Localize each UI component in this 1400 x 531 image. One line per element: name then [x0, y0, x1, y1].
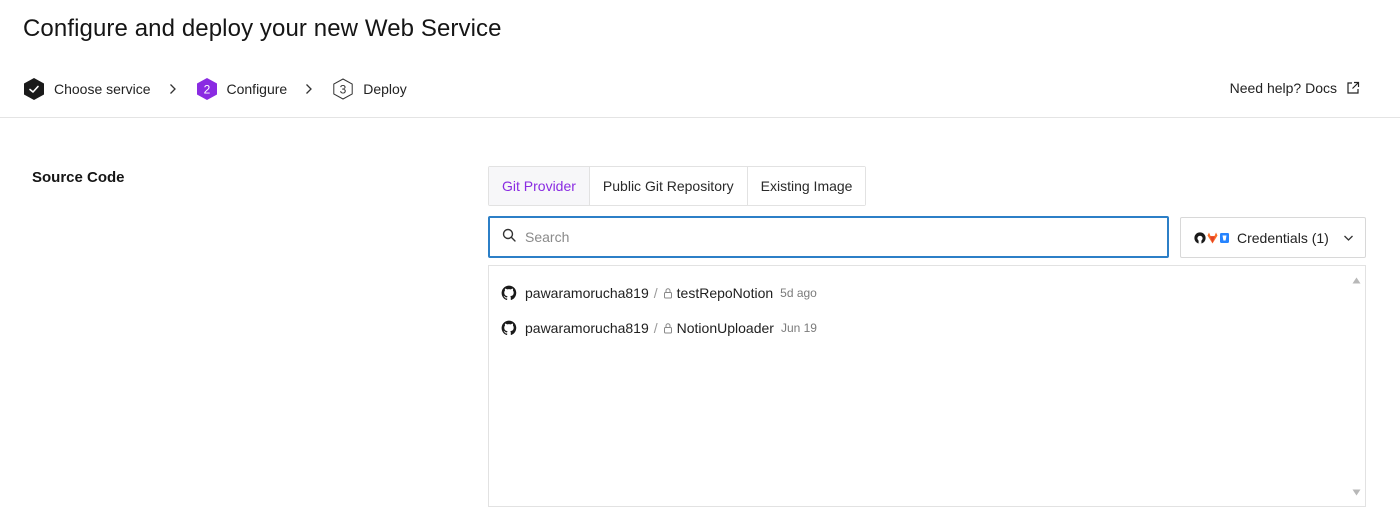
- repository-list: pawaramorucha819 / testRepoNotion 5d ago…: [488, 265, 1366, 507]
- stepper: Choose service 2 Configure 3 Deploy: [24, 78, 407, 100]
- search-input[interactable]: [525, 229, 1125, 245]
- credentials-label: Credentials (1): [1237, 229, 1329, 246]
- step-label: Deploy: [363, 81, 407, 97]
- step-number-hexagon: 2: [196, 78, 217, 100]
- tab-public-git-repository[interactable]: Public Git Repository: [589, 167, 748, 205]
- gitlab-icon: [1207, 232, 1218, 243]
- repo-owner: pawaramorucha819: [525, 320, 649, 336]
- tab-existing-image[interactable]: Existing Image: [747, 167, 866, 205]
- help-docs-link[interactable]: Need help? Docs: [1230, 80, 1360, 96]
- list-item[interactable]: pawaramorucha819 / testRepoNotion 5d ago: [501, 283, 817, 303]
- repo-name: NotionUploader: [676, 320, 774, 336]
- step-number: 3: [340, 83, 347, 97]
- credentials-dropdown[interactable]: Credentials (1): [1180, 217, 1366, 258]
- chevron-right-icon: [169, 83, 177, 95]
- source-code-label: Source Code: [32, 169, 125, 186]
- external-link-icon: [1346, 81, 1360, 95]
- tab-git-provider[interactable]: Git Provider: [489, 167, 590, 205]
- check-hexagon-icon: [24, 78, 44, 100]
- github-icon: [501, 285, 517, 301]
- header-divider: [0, 117, 1400, 118]
- lock-icon: [663, 322, 673, 334]
- list-item[interactable]: pawaramorucha819 / NotionUploader Jun 19: [501, 318, 817, 338]
- repo-name: testRepoNotion: [676, 285, 774, 301]
- repo-updated: 5d ago: [780, 286, 817, 300]
- step-choose-service[interactable]: Choose service: [24, 78, 151, 100]
- page-title: Configure and deploy your new Web Servic…: [23, 15, 502, 42]
- search-box[interactable]: [488, 216, 1169, 258]
- bitbucket-icon: [1220, 232, 1229, 243]
- chevron-down-icon: [1343, 234, 1354, 242]
- search-icon: [502, 228, 516, 247]
- path-separator: /: [653, 320, 658, 336]
- path-separator: /: [653, 285, 658, 301]
- scroll-up-arrow[interactable]: [1352, 271, 1361, 289]
- step-number: 2: [203, 83, 210, 97]
- step-label: Configure: [226, 81, 288, 97]
- step-number-hexagon: 3: [333, 78, 353, 100]
- source-tabs: Git Provider Public Git Repository Exist…: [488, 166, 867, 206]
- step-label: Choose service: [54, 81, 151, 97]
- repo-updated: Jun 19: [780, 321, 817, 335]
- lock-icon: [663, 287, 673, 299]
- step-configure[interactable]: 2 Configure: [196, 78, 288, 100]
- github-icon: [501, 320, 517, 336]
- github-icon: [1194, 231, 1206, 244]
- repo-owner: pawaramorucha819: [525, 285, 649, 301]
- step-deploy[interactable]: 3 Deploy: [333, 78, 407, 100]
- scroll-down-arrow[interactable]: [1352, 483, 1361, 501]
- git-providers-icons: [1194, 231, 1230, 245]
- help-label: Need help? Docs: [1229, 80, 1337, 96]
- chevron-right-icon: [305, 83, 313, 95]
